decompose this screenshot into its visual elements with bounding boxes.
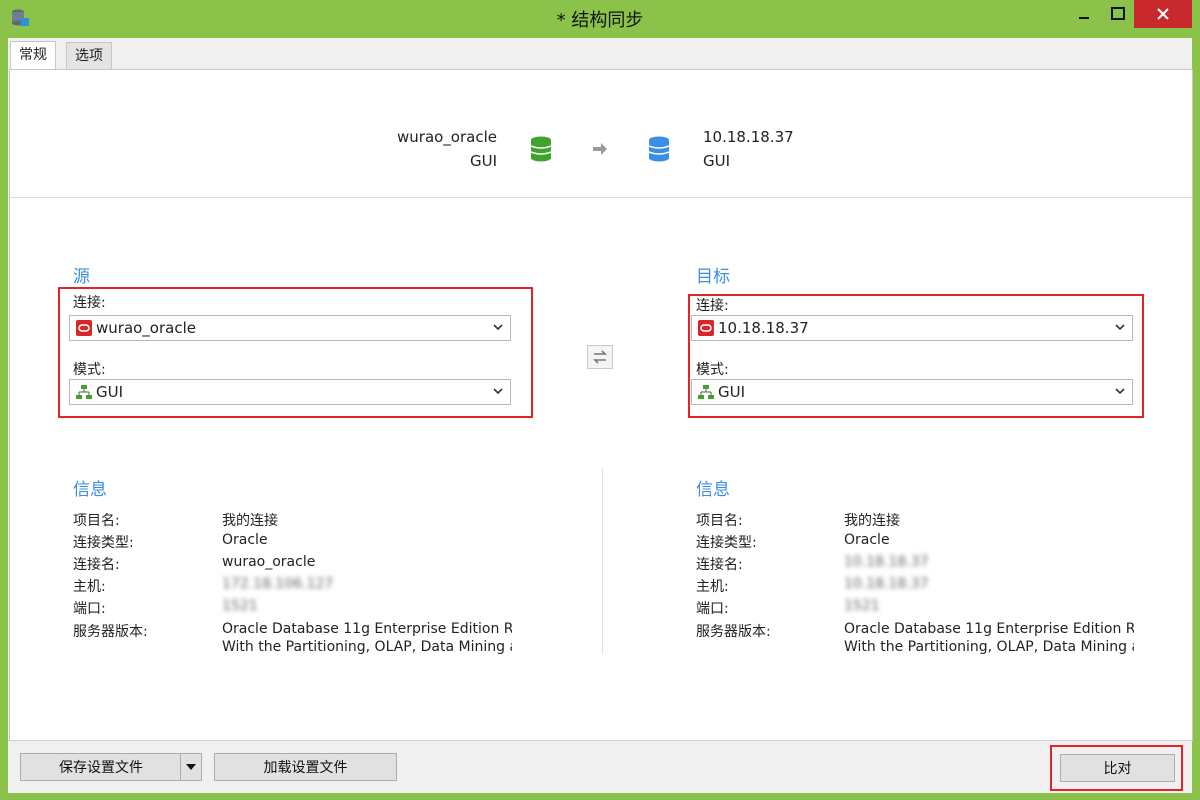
source-connection-label: 连接: [73,295,106,311]
swap-icon [593,350,607,364]
target-info-label: 连接名: [696,557,743,573]
source-connection-value: wurao_oracle [96,319,196,337]
minimize-icon [1079,17,1089,19]
source-section-title: 源 [73,267,90,287]
target-database-icon [647,136,671,166]
target-info-label: 项目名: [696,513,743,529]
source-schema-select[interactable]: GUI [69,379,511,405]
target-info-label: 主机: [696,579,729,595]
target-info-title: 信息 [696,480,730,500]
maximize-button[interactable] [1102,0,1134,28]
title-bar[interactable]: * 结构同步 [0,0,1200,38]
source-info-value: Oracle [222,532,268,548]
source-info-label: 主机: [73,579,106,595]
chevron-down-icon [492,385,504,397]
target-schema-value: GUI [718,383,746,401]
footer-bar: 保存设置文件 加载设置文件 比对 [8,740,1192,793]
target-schema-select[interactable]: GUI [691,379,1133,405]
schema-tree-icon [76,384,92,400]
maximize-icon [1111,7,1125,20]
load-settings-button[interactable]: 加载设置文件 [214,753,397,781]
source-info-value: 我的连接 [222,513,278,529]
oracle-icon [76,320,92,336]
header-target-schema: GUI [703,152,731,170]
header-source-schema: GUI [469,152,497,170]
target-info-value: 1521 [844,598,880,614]
arrow-right-icon [592,142,608,160]
chevron-down-icon [492,321,504,333]
header-source-name: wurao_oracle [397,128,497,146]
swap-button[interactable] [587,345,613,369]
source-info-value: 172.18.106.127 [222,576,334,592]
target-schema-label: 模式: [696,362,729,378]
target-info-label: 端口: [696,601,729,617]
window: * 结构同步 常规 选项 wurao_oracle GUI 10.18.18.3… [0,0,1200,800]
chevron-down-icon [1114,385,1126,397]
target-connection-value: 10.18.18.37 [718,319,809,337]
chevron-down-icon [1114,321,1126,333]
source-info-value: With the Partitioning, OLAP, Data Mining… [222,639,512,655]
target-info-value: With the Partitioning, OLAP, Data Mining… [844,639,1134,655]
source-database-icon [529,136,553,166]
tab-general[interactable]: 常规 [10,41,56,70]
schema-tree-icon [698,384,714,400]
header-target-name: 10.18.18.37 [703,128,794,146]
save-settings-label: 保存设置文件 [59,760,143,776]
target-info-value: Oracle [844,532,890,548]
tab-options[interactable]: 选项 [66,42,112,69]
target-connection-select[interactable]: 10.18.18.37 [691,315,1133,341]
save-settings-split-button[interactable]: 保存设置文件 [20,753,202,781]
source-info-value: Oracle Database 11g Enterprise Edition R… [222,621,512,637]
source-info-label: 服务器版本: [73,624,148,640]
target-info-label: 服务器版本: [696,624,771,640]
target-info-label: 连接类型: [696,535,757,551]
window-title: * 结构同步 [556,10,644,31]
source-info-label: 端口: [73,601,106,617]
info-divider [602,467,603,654]
oracle-icon [698,320,714,336]
target-info-value: 10.18.18.37 [844,576,929,592]
target-section-title: 目标 [696,267,730,287]
caret-down-icon [186,764,196,770]
source-info-value: 1521 [222,598,258,614]
source-info-value: wurao_oracle [222,554,316,570]
tab-strip: 常规 选项 [8,41,1192,70]
source-info-label: 连接名: [73,557,120,573]
source-connection-select[interactable]: wurao_oracle [69,315,511,341]
target-connection-label: 连接: [696,298,729,314]
compare-button[interactable]: 比对 [1060,754,1175,782]
source-info-label: 项目名: [73,513,120,529]
save-settings-dropdown[interactable] [180,754,201,780]
close-button[interactable] [1134,0,1192,28]
client-area: 常规 选项 wurao_oracle GUI 10.18.18.37 GUI 源… [8,38,1193,793]
target-info-value: Oracle Database 11g Enterprise Edition R… [844,621,1134,637]
target-info-value: 10.18.18.37 [844,554,929,570]
tab-panel-general: wurao_oracle GUI 10.18.18.37 GUI 源 连接: w… [9,69,1193,741]
close-icon [1157,8,1169,20]
target-info-value: 我的连接 [844,513,900,529]
source-info-title: 信息 [73,480,107,500]
header-divider [10,197,1192,198]
minimize-button[interactable] [1064,0,1104,28]
source-info-label: 连接类型: [73,535,134,551]
source-schema-value: GUI [96,383,124,401]
source-schema-label: 模式: [73,362,106,378]
